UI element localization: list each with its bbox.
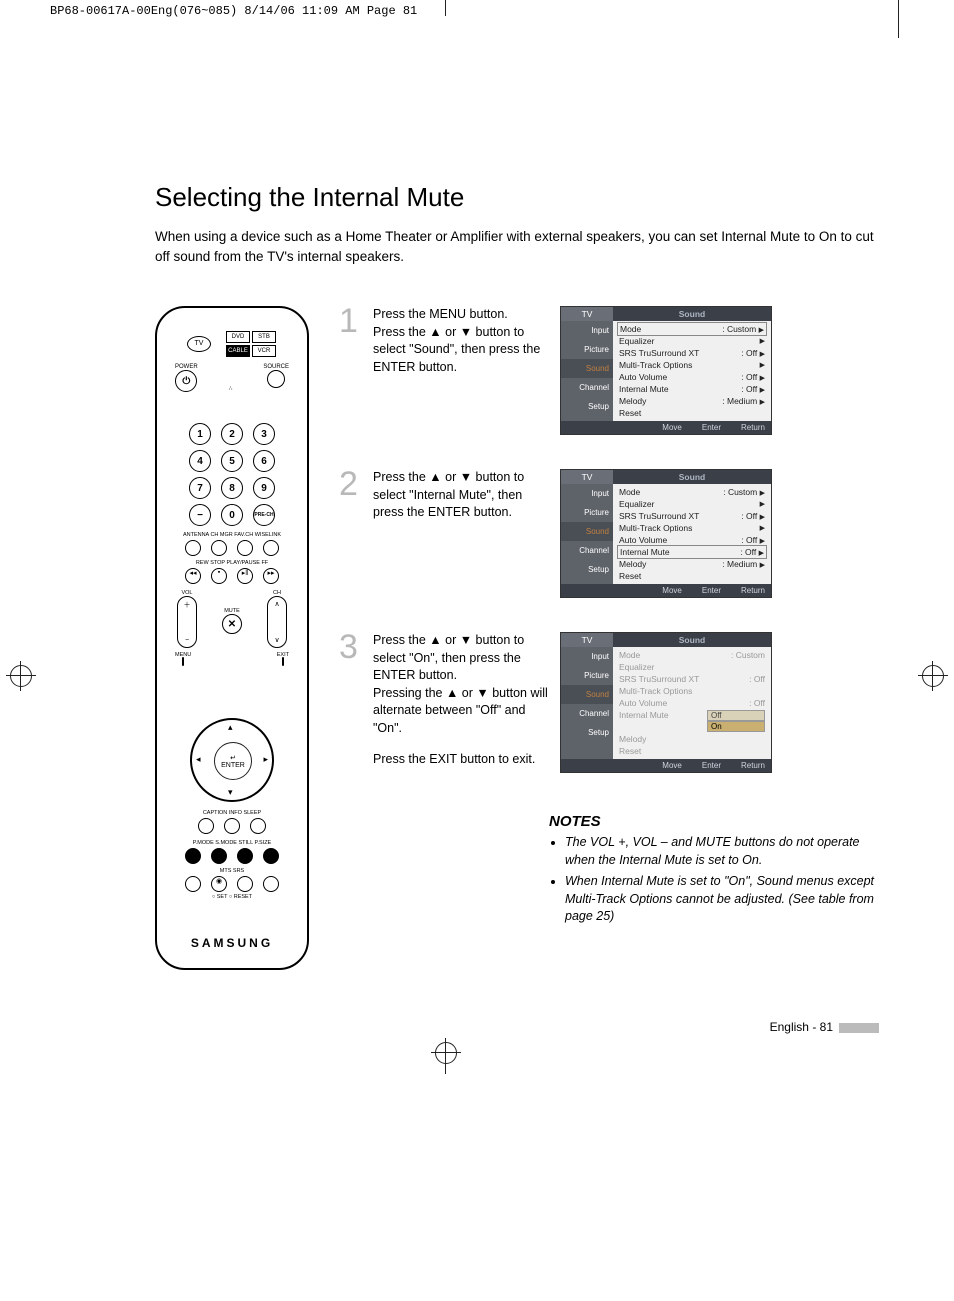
remote-src-dvd: DVD	[226, 331, 250, 343]
remote-labels-transport: REW STOP PLAY/PAUSE FF	[157, 560, 307, 566]
remote-num-9: 9	[253, 477, 275, 499]
remote-tv: TV	[187, 336, 211, 352]
osd-title: Sound	[613, 633, 771, 647]
remote-num-2: 2	[221, 423, 243, 445]
print-header: BP68-00617A-00Eng(076~085) 8/14/06 11:09…	[0, 0, 954, 22]
osd-title: Sound	[613, 307, 771, 321]
step-1: 1 Press the MENU button. Press the ▲ or …	[339, 306, 879, 435]
notes-heading: NOTES	[549, 813, 879, 830]
remote-num-4: 4	[189, 450, 211, 472]
osd-tab-picture: Picture	[561, 340, 613, 359]
osd-tv-label: TV	[561, 307, 613, 321]
remote-brand: SAMSUNG	[157, 936, 307, 950]
remote-source-btn	[267, 370, 285, 388]
remote-labels-antenna: ANTENNA CH MGR FAV.CH WISELINK	[157, 532, 307, 538]
remote-power-btn: ⏻	[175, 370, 197, 392]
remote-num-8: 8	[221, 477, 243, 499]
remote-num-3: 3	[253, 423, 275, 445]
remote-menu-btn	[182, 657, 184, 666]
remote-vol-label: VOL	[177, 590, 197, 596]
note-2: When Internal Mute is set to "On", Sound…	[565, 873, 879, 926]
remote-src-vcr: VCR	[252, 345, 276, 357]
remote-num-dash: −	[189, 504, 211, 526]
remote-setreset: ○ SET ○ RESET	[157, 894, 307, 900]
osd-opt-off: Off	[707, 710, 765, 721]
osd-3: TVSound Input Picture Sound Channel Setu…	[560, 632, 772, 773]
remote-labels-caption: CAPTION INFO SLEEP	[157, 810, 307, 816]
page-intro: When using a device such as a Home Theat…	[155, 227, 879, 266]
osd-2: TVSound Input Picture Sound Channel Setu…	[560, 469, 772, 598]
osd-tab-sound: Sound	[561, 359, 613, 378]
step-1-num: 1	[339, 306, 361, 337]
remote-num-1: 1	[189, 423, 211, 445]
step-1-text: Press the MENU button. Press the ▲ or ▼ …	[373, 306, 548, 376]
page-footer: English - 81	[0, 1010, 954, 1074]
remote-nav-ring: ▴ ▾ ◂ ▸ ↵ENTER	[190, 718, 274, 802]
remote-ch-label: CH	[267, 590, 287, 596]
osd-tv-label: TV	[561, 633, 613, 647]
osd-tab-channel: Channel	[561, 378, 613, 397]
step-2: 2 Press the ▲ or ▼ button to select "Int…	[339, 469, 879, 598]
remote-num-0: 0	[221, 504, 243, 526]
remote-mute-btn: ✕	[222, 614, 242, 634]
remote-labels-pmode: P.MODE S.MODE STILL P.SIZE	[157, 840, 307, 846]
notes-section: NOTES The VOL +, VOL – and MUTE buttons …	[549, 813, 879, 926]
osd-opt-on: On	[707, 721, 765, 732]
remote-num-5: 5	[221, 450, 243, 472]
step-3: 3 Press the ▲ or ▼ button to select "On"…	[339, 632, 879, 773]
remote-numpad: 123 456 789 −0 PRE-CH ANTENNA CH MGR FAV.…	[157, 418, 307, 665]
osd-tab-input: Input	[561, 321, 613, 340]
osd-1: TVSound Input Picture Sound Channel Setu…	[560, 306, 772, 435]
remote-src-cable: CABLE	[226, 345, 250, 357]
remote-num-6: 6	[253, 450, 275, 472]
osd-title: Sound	[613, 470, 771, 484]
remote-illustration: TV DVDSTB CABLEVCR POWER ⏻ ∴ SO	[155, 306, 309, 970]
remote-enter-btn: ↵ENTER	[214, 742, 252, 780]
osd-tv-label: TV	[561, 470, 613, 484]
step-3-num: 3	[339, 632, 361, 663]
remote-prech: PRE-CH	[253, 504, 275, 526]
remote-labels-mts: MTS SRS	[157, 868, 307, 874]
remote-src-stb: STB	[252, 331, 276, 343]
note-1: The VOL +, VOL – and MUTE buttons do not…	[565, 834, 879, 869]
step-3-text: Press the ▲ or ▼ button to select "On", …	[373, 632, 548, 769]
remote-vol-rocker: ＋−	[177, 596, 197, 648]
remote-ch-rocker: ∧∨	[267, 596, 287, 648]
osd-tab-setup: Setup	[561, 397, 613, 416]
step-3-exit: Press the EXIT button to exit.	[373, 751, 548, 769]
step-2-num: 2	[339, 469, 361, 500]
step-2-text: Press the ▲ or ▼ button to select "Inter…	[373, 469, 548, 522]
remote-num-7: 7	[189, 477, 211, 499]
remote-exit-btn	[282, 657, 284, 666]
page-title: Selecting the Internal Mute	[155, 182, 879, 213]
